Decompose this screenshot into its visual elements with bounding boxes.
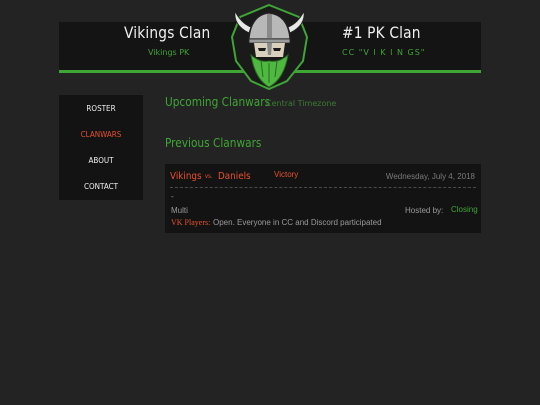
tagline-subtitle: CC "V I K I N GS" — [342, 48, 426, 57]
upcoming-clanwars-heading: Upcoming Clanwars — [165, 95, 271, 109]
clanwar-card: Vikings vs. Daniels Victory Wednesday, J… — [165, 164, 481, 233]
versus-label: vs. — [205, 174, 213, 180]
players-label: VK Players: — [171, 218, 211, 227]
nav-item-roster[interactable]: ROSTER — [59, 104, 143, 113]
team-1-name: Vikings — [170, 171, 202, 182]
war-format: Multi — [171, 206, 188, 215]
team-2-name: Daniels — [218, 171, 251, 182]
timezone-note: Central Timezone — [266, 99, 337, 108]
nav-item-about[interactable]: ABOUT — [59, 156, 143, 165]
result-badge: Victory — [274, 170, 299, 179]
tagline-title: #1 PK Clan — [342, 23, 421, 42]
previous-clanwars-heading: Previous Clanwars — [165, 136, 262, 150]
nav-item-contact[interactable]: CONTACT — [59, 182, 143, 191]
host-name: Closing — [451, 205, 478, 214]
divider — [170, 187, 476, 188]
site-title[interactable]: Vikings Clan — [124, 23, 210, 42]
players-text: Open. Everyone in CC and Discord partici… — [213, 218, 382, 227]
page: Vikings Clan Vikings PK #1 PK Clan CC "V… — [0, 0, 540, 405]
war-date: Wednesday, July 4, 2018 — [385, 172, 475, 181]
site-subtitle: Vikings PK — [148, 48, 190, 57]
nav-item-clanwars[interactable]: CLANWARS — [59, 130, 143, 139]
placeholder-dash: - — [171, 192, 174, 201]
sidebar-nav: ROSTER CLANWARS ABOUT CONTACT — [59, 95, 143, 200]
hosted-by-label: Hosted by: — [405, 206, 444, 215]
viking-logo-icon[interactable] — [227, 3, 312, 90]
